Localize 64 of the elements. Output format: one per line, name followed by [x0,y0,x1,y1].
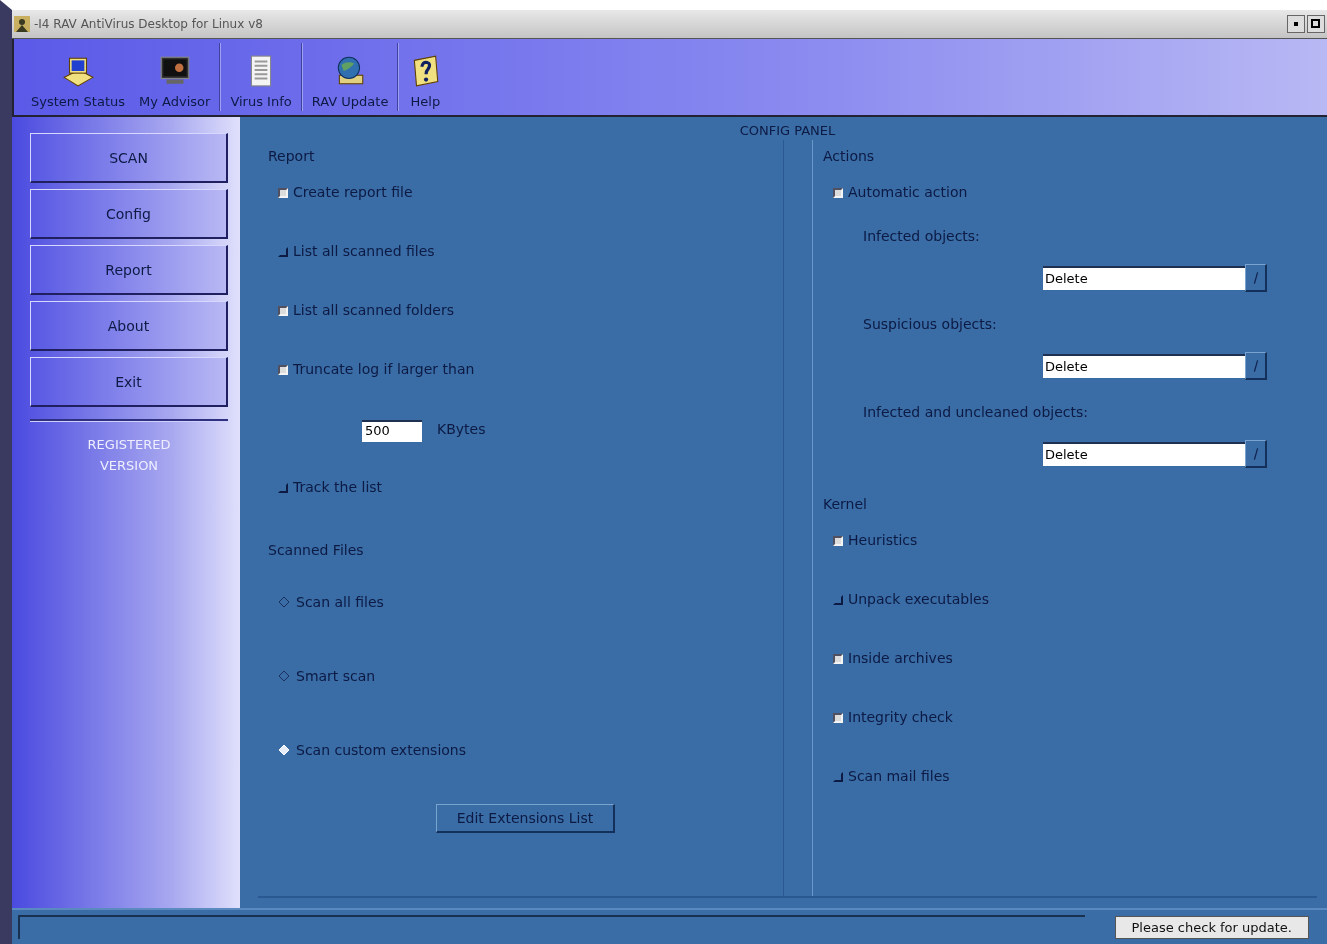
app-icon [14,16,30,32]
maximize-button[interactable] [1307,15,1325,33]
checkbox-label: Track the list [293,479,383,495]
nav-button[interactable]: Config [30,189,228,239]
radio-label: Scan all files [296,594,384,610]
dropdown-button[interactable] [1245,440,1267,468]
checkbox-label: Create report file [293,184,413,200]
dropdown-button[interactable] [1245,264,1267,292]
radio-label: Scan custom extensions [296,742,467,758]
toolbar-button[interactable]: Virus Info [223,39,299,115]
checkbox-label: Scan mail files [848,768,950,784]
checkbox[interactable] [278,188,288,198]
window-title: -I4 RAV AntiVirus Desktop for Linux v8 [34,17,264,31]
radio-button[interactable] [278,670,290,682]
checkbox[interactable] [278,306,288,316]
section-title: Actions [823,148,875,164]
unit-label: KBytes [437,421,486,437]
checkbox[interactable] [278,483,288,493]
toolbar-button[interactable]: Help [401,39,450,115]
checkbox[interactable] [833,713,843,723]
action-dropdown[interactable]: Delete [1043,354,1245,378]
action-dropdown[interactable]: Delete [1043,266,1245,290]
toolbar-button[interactable]: RAV Update [304,39,396,115]
edit-extensions-button[interactable]: Edit Extensions List [435,804,616,833]
checkbox-label: Integrity check [848,709,953,725]
section-title: Scanned Files [268,542,364,558]
nav-button[interactable]: SCAN [30,133,228,183]
toolbar-button[interactable]: System Status [24,39,133,115]
checkbox[interactable] [833,188,843,198]
checkbox-label: Unpack executables [848,591,989,607]
slash-icon [1251,445,1260,462]
toolbar-button[interactable]: My Advisor [132,39,218,115]
radio-button[interactable] [278,596,290,608]
status-message: Please check for update. [1114,915,1309,939]
checkbox-label: List all scanned files [293,243,435,259]
nav-button[interactable]: About [30,301,228,351]
checkbox[interactable] [278,247,288,257]
checkbox-label: Truncate log if larger than [293,361,475,377]
square-icon [1311,19,1321,29]
registered-label: REGISTERED VERSION [86,436,172,475]
size-field[interactable]: 500 [362,420,422,442]
field-label: Infected and uncleaned objects: [863,404,1088,420]
checkbox[interactable] [833,654,843,664]
checkbox-label: List all scanned folders [293,302,454,318]
panel-title: CONFIG PANEL [739,122,836,140]
nav-button[interactable]: Report [30,245,228,295]
checkbox[interactable] [833,772,843,782]
slash-icon [1251,269,1260,286]
action-dropdown[interactable]: Delete [1043,442,1245,466]
field-label: Suspicious objects: [863,316,997,332]
section-title: Report [268,148,315,164]
section-title: Kernel [823,496,867,512]
checkbox-label: Heuristics [848,532,918,548]
checkbox-label: Inside archives [848,650,953,666]
radio-label: Smart scan [296,668,376,684]
checkbox[interactable] [833,595,843,605]
checkbox-label: Automatic action [848,184,968,200]
slash-icon [1251,357,1260,374]
dropdown-button[interactable] [1245,352,1267,380]
nav-button[interactable]: Exit [30,357,228,407]
minimize-button[interactable] [1287,15,1305,33]
checkbox[interactable] [833,536,843,546]
checkbox[interactable] [278,365,288,375]
field-label: Infected objects: [863,228,980,244]
